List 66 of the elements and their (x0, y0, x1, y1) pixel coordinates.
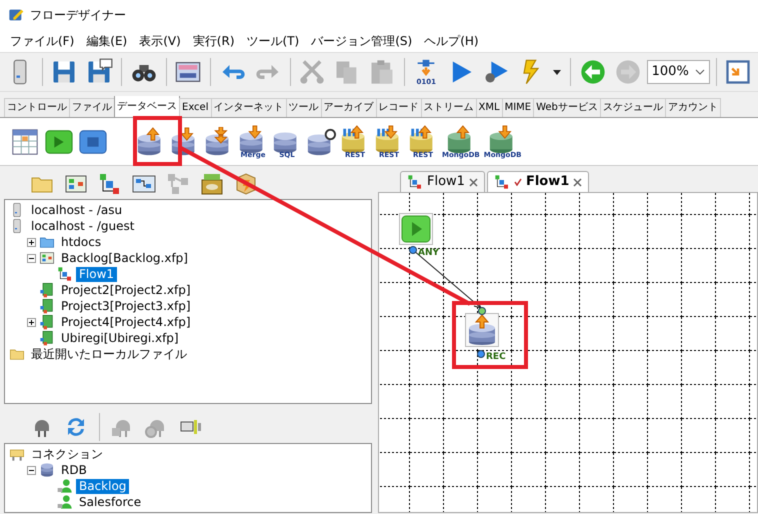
user-icon (57, 494, 73, 510)
menu-item[interactable]: ヘルプ(H) (418, 30, 485, 52)
project-icon (39, 314, 55, 330)
flow-tab[interactable]: Flow1 (486, 171, 590, 192)
close-icon[interactable] (468, 178, 478, 186)
menu-item[interactable]: ファイル(F) (4, 30, 80, 52)
database-icon (39, 462, 55, 478)
flow-icon (57, 266, 73, 282)
collapse-toggle[interactable] (27, 466, 36, 475)
spreadsheet-icon (10, 126, 40, 156)
tree-item[interactable]: Project4[Project4.xfp] (58, 314, 194, 330)
database-icon (306, 126, 336, 156)
tree-item[interactable]: htdocs (58, 234, 104, 250)
cut-icon (298, 58, 326, 86)
window-title: フローデザイナー (30, 7, 126, 24)
treasure-box-icon (200, 172, 224, 196)
project-icon (39, 250, 55, 266)
node-tree-icon (166, 172, 190, 196)
tree-item[interactable]: Backlog (76, 478, 130, 494)
palette-tab[interactable]: データベース (114, 96, 180, 117)
palette-tab[interactable]: アカウント (664, 98, 721, 117)
project-icon (39, 298, 55, 314)
palette-item[interactable] (306, 126, 336, 156)
palette-tab[interactable]: Excel (179, 98, 212, 117)
app-logo-icon (8, 7, 24, 23)
port-label: REC (486, 353, 506, 362)
project-icon (39, 282, 55, 298)
flow-icon (407, 174, 423, 190)
collapse-toggle[interactable] (27, 254, 36, 263)
forward-icon (614, 58, 642, 86)
tree-item[interactable]: Backlog[Backlog.xfp] (58, 250, 191, 266)
start-node[interactable] (399, 213, 433, 245)
user-icon (57, 478, 73, 494)
menu-item[interactable]: 表示(V) (133, 30, 187, 52)
tree-item[interactable]: Salesforce (76, 494, 144, 510)
close-icon[interactable] (573, 178, 582, 186)
flow-icon (98, 172, 122, 196)
tree-item[interactable]: Project3[Project3.xfp] (58, 298, 194, 314)
expand-toggle[interactable] (27, 238, 36, 247)
tree-item[interactable]: localhost - /guest (28, 218, 138, 234)
flow-tab[interactable]: Flow1 (400, 171, 485, 192)
back-icon (578, 58, 607, 86)
project-icon (39, 330, 55, 346)
window-icon (724, 58, 752, 86)
zoom-combo[interactable]: 100% (646, 60, 710, 84)
menu-item[interactable]: バージョン管理(S) (305, 30, 418, 52)
menu-item[interactable]: ツール(T) (240, 30, 306, 52)
database-node[interactable] (465, 313, 499, 347)
annotation-frame (133, 116, 182, 166)
palette-item[interactable] (10, 126, 40, 156)
caret-icon (552, 68, 562, 76)
port-label: ANY (418, 249, 440, 258)
menu-item[interactable]: 実行(R) (186, 30, 240, 52)
flow-icon (494, 174, 510, 190)
chevron-down-icon (694, 69, 705, 75)
expand-toggle[interactable] (27, 318, 36, 327)
menu-item[interactable]: 編集(E) (80, 30, 134, 52)
tree-item[interactable]: Flow1 (76, 266, 118, 282)
tree-item[interactable]: RDB (58, 462, 90, 478)
tree-item[interactable]: localhost - /asu (28, 202, 126, 218)
tree-item[interactable]: Project2[Project2.xfp] (58, 282, 194, 298)
tree-item[interactable]: 最近開いたローカルファイル (28, 346, 190, 362)
tree-item[interactable]: Ubiregi[Ubiregi.xfp] (58, 330, 182, 346)
tree-item[interactable]: コネクション (28, 446, 106, 462)
palette-tab[interactable]: コントロール (4, 98, 70, 117)
package-lightning-icon (234, 172, 258, 196)
